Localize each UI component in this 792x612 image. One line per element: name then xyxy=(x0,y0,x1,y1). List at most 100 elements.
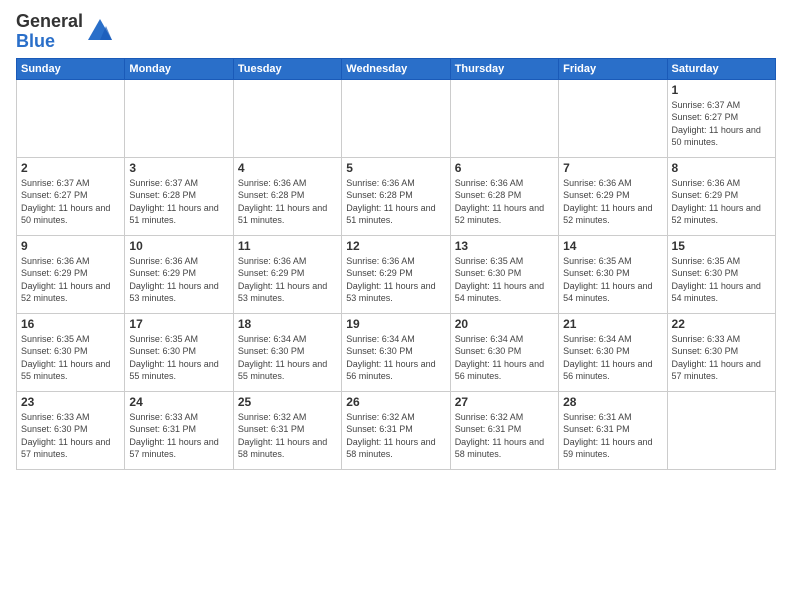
day-number: 6 xyxy=(455,161,554,175)
calendar-cell: 12 Sunrise: 6:36 AM Sunset: 6:29 PM Dayli… xyxy=(342,235,450,313)
day-info: Sunrise: 6:32 AM Sunset: 6:31 PM Dayligh… xyxy=(238,411,337,461)
page: General Blue SundayMondayTuesdayWednesda… xyxy=(0,0,792,612)
col-header-saturday: Saturday xyxy=(667,58,775,79)
calendar-cell: 16 Sunrise: 6:35 AM Sunset: 6:30 PM Dayli… xyxy=(17,313,125,391)
calendar-cell: 11Sunrise: 6:36 AM Sunset: 6:29 PM Dayli… xyxy=(233,235,341,313)
day-number: 28 xyxy=(563,395,662,409)
calendar-cell xyxy=(233,79,341,157)
calendar-cell xyxy=(17,79,125,157)
calendar-week-row: 1Sunrise: 6:37 AM Sunset: 6:27 PM Daylig… xyxy=(17,79,776,157)
day-number: 11 xyxy=(238,239,337,253)
day-info: Sunrise: 6:34 AM Sunset: 6:30 PM Dayligh… xyxy=(563,333,662,383)
calendar-cell: 14 Sunrise: 6:35 AM Sunset: 6:30 PM Dayli… xyxy=(559,235,667,313)
day-number: 23 xyxy=(21,395,120,409)
day-number: 18 xyxy=(238,317,337,331)
calendar-cell: 6 Sunrise: 6:36 AM Sunset: 6:28 PM Daylig… xyxy=(450,157,558,235)
day-number: 9 xyxy=(21,239,120,253)
day-number: 14 xyxy=(563,239,662,253)
day-info: Sunrise: 6:36 AM Sunset: 6:29 PM Dayligh… xyxy=(129,255,228,305)
day-number: 21 xyxy=(563,317,662,331)
day-number: 17 xyxy=(129,317,228,331)
calendar-cell: 15Sunrise: 6:35 AM Sunset: 6:30 PM Dayli… xyxy=(667,235,775,313)
day-info: Sunrise: 6:31 AM Sunset: 6:31 PM Dayligh… xyxy=(563,411,662,461)
day-info: Sunrise: 6:35 AM Sunset: 6:30 PM Dayligh… xyxy=(672,255,771,305)
calendar-cell: 8 Sunrise: 6:36 AM Sunset: 6:29 PM Daylig… xyxy=(667,157,775,235)
calendar-cell: 24 Sunrise: 6:33 AM Sunset: 6:31 PM Dayli… xyxy=(125,391,233,469)
day-info: Sunrise: 6:34 AM Sunset: 6:30 PM Dayligh… xyxy=(346,333,445,383)
calendar-cell: 4 Sunrise: 6:36 AM Sunset: 6:28 PM Daylig… xyxy=(233,157,341,235)
day-number: 27 xyxy=(455,395,554,409)
day-info: Sunrise: 6:35 AM Sunset: 6:30 PM Dayligh… xyxy=(563,255,662,305)
day-number: 3 xyxy=(129,161,228,175)
day-info: Sunrise: 6:35 AM Sunset: 6:30 PM Dayligh… xyxy=(129,333,228,383)
day-number: 26 xyxy=(346,395,445,409)
day-info: Sunrise: 6:33 AM Sunset: 6:30 PM Dayligh… xyxy=(672,333,771,383)
day-number: 16 xyxy=(21,317,120,331)
calendar-cell: 23Sunrise: 6:33 AM Sunset: 6:30 PM Dayli… xyxy=(17,391,125,469)
calendar-cell: 3 Sunrise: 6:37 AM Sunset: 6:28 PM Daylig… xyxy=(125,157,233,235)
calendar-cell: 9 Sunrise: 6:36 AM Sunset: 6:29 PM Daylig… xyxy=(17,235,125,313)
col-header-friday: Friday xyxy=(559,58,667,79)
day-info: Sunrise: 6:33 AM Sunset: 6:31 PM Dayligh… xyxy=(129,411,228,461)
logo-general-text: General xyxy=(16,12,83,32)
calendar-cell: 20 Sunrise: 6:34 AM Sunset: 6:30 PM Dayli… xyxy=(450,313,558,391)
day-number: 24 xyxy=(129,395,228,409)
day-info: Sunrise: 6:34 AM Sunset: 6:30 PM Dayligh… xyxy=(455,333,554,383)
day-info: Sunrise: 6:37 AM Sunset: 6:27 PM Dayligh… xyxy=(21,177,120,227)
day-info: Sunrise: 6:35 AM Sunset: 6:30 PM Dayligh… xyxy=(21,333,120,383)
calendar-cell: 1Sunrise: 6:37 AM Sunset: 6:27 PM Daylig… xyxy=(667,79,775,157)
day-info: Sunrise: 6:32 AM Sunset: 6:31 PM Dayligh… xyxy=(455,411,554,461)
calendar-cell: 19 Sunrise: 6:34 AM Sunset: 6:30 PM Dayli… xyxy=(342,313,450,391)
day-number: 4 xyxy=(238,161,337,175)
day-info: Sunrise: 6:36 AM Sunset: 6:29 PM Dayligh… xyxy=(21,255,120,305)
day-number: 1 xyxy=(672,83,771,97)
calendar-cell: 17 Sunrise: 6:35 AM Sunset: 6:30 PM Dayli… xyxy=(125,313,233,391)
calendar-cell: 27 Sunrise: 6:32 AM Sunset: 6:31 PM Dayli… xyxy=(450,391,558,469)
day-number: 12 xyxy=(346,239,445,253)
col-header-thursday: Thursday xyxy=(450,58,558,79)
day-info: Sunrise: 6:36 AM Sunset: 6:29 PM Dayligh… xyxy=(563,177,662,227)
day-info: Sunrise: 6:36 AM Sunset: 6:29 PM Dayligh… xyxy=(346,255,445,305)
calendar-week-row: 9 Sunrise: 6:36 AM Sunset: 6:29 PM Daylig… xyxy=(17,235,776,313)
calendar-cell: 25 Sunrise: 6:32 AM Sunset: 6:31 PM Dayli… xyxy=(233,391,341,469)
calendar-cell xyxy=(559,79,667,157)
calendar-cell: 28 Sunrise: 6:31 AM Sunset: 6:31 PM Dayli… xyxy=(559,391,667,469)
day-number: 5 xyxy=(346,161,445,175)
calendar-week-row: 23Sunrise: 6:33 AM Sunset: 6:30 PM Dayli… xyxy=(17,391,776,469)
day-number: 7 xyxy=(563,161,662,175)
calendar-cell xyxy=(342,79,450,157)
calendar-week-row: 16 Sunrise: 6:35 AM Sunset: 6:30 PM Dayli… xyxy=(17,313,776,391)
col-header-sunday: Sunday xyxy=(17,58,125,79)
calendar-table: SundayMondayTuesdayWednesdayThursdayFrid… xyxy=(16,58,776,470)
day-number: 13 xyxy=(455,239,554,253)
day-info: Sunrise: 6:34 AM Sunset: 6:30 PM Dayligh… xyxy=(238,333,337,383)
logo-area: General Blue xyxy=(16,12,114,52)
day-info: Sunrise: 6:36 AM Sunset: 6:28 PM Dayligh… xyxy=(238,177,337,227)
calendar-cell: 10 Sunrise: 6:36 AM Sunset: 6:29 PM Dayli… xyxy=(125,235,233,313)
day-info: Sunrise: 6:37 AM Sunset: 6:28 PM Dayligh… xyxy=(129,177,228,227)
day-number: 25 xyxy=(238,395,337,409)
calendar-cell xyxy=(125,79,233,157)
day-number: 19 xyxy=(346,317,445,331)
day-info: Sunrise: 6:36 AM Sunset: 6:28 PM Dayligh… xyxy=(346,177,445,227)
day-number: 8 xyxy=(672,161,771,175)
logo-icon xyxy=(86,16,114,44)
header: General Blue xyxy=(16,12,776,52)
calendar-cell: 26 Sunrise: 6:32 AM Sunset: 6:31 PM Dayli… xyxy=(342,391,450,469)
calendar-cell: 21 Sunrise: 6:34 AM Sunset: 6:30 PM Dayli… xyxy=(559,313,667,391)
calendar-cell: 22 Sunrise: 6:33 AM Sunset: 6:30 PM Dayli… xyxy=(667,313,775,391)
calendar-cell: 13Sunrise: 6:35 AM Sunset: 6:30 PM Dayli… xyxy=(450,235,558,313)
calendar-cell xyxy=(450,79,558,157)
col-header-tuesday: Tuesday xyxy=(233,58,341,79)
day-number: 2 xyxy=(21,161,120,175)
calendar-week-row: 2 Sunrise: 6:37 AM Sunset: 6:27 PM Daylig… xyxy=(17,157,776,235)
day-info: Sunrise: 6:36 AM Sunset: 6:29 PM Dayligh… xyxy=(672,177,771,227)
calendar-cell: 18 Sunrise: 6:34 AM Sunset: 6:30 PM Dayli… xyxy=(233,313,341,391)
day-info: Sunrise: 6:36 AM Sunset: 6:28 PM Dayligh… xyxy=(455,177,554,227)
col-header-monday: Monday xyxy=(125,58,233,79)
day-number: 10 xyxy=(129,239,228,253)
day-info: Sunrise: 6:32 AM Sunset: 6:31 PM Dayligh… xyxy=(346,411,445,461)
day-number: 20 xyxy=(455,317,554,331)
day-number: 22 xyxy=(672,317,771,331)
calendar-cell: 7 Sunrise: 6:36 AM Sunset: 6:29 PM Daylig… xyxy=(559,157,667,235)
